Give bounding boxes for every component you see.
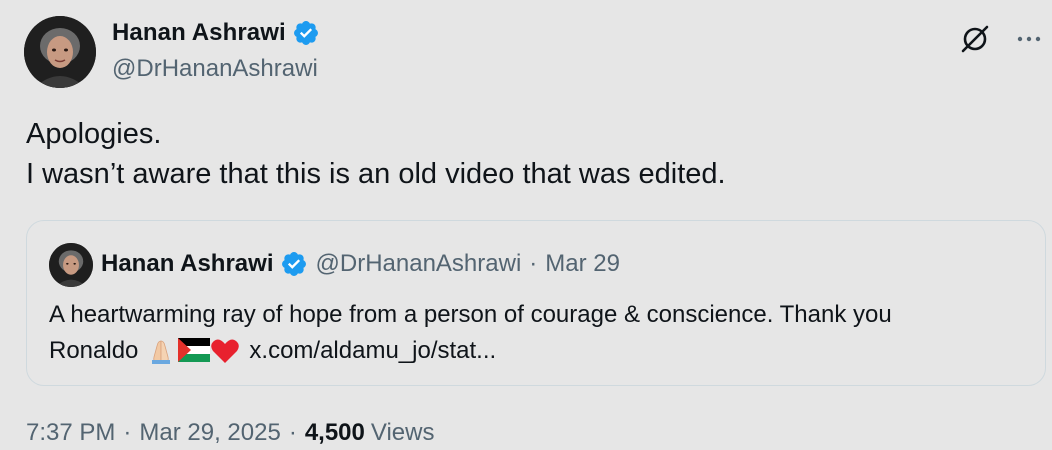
quote-date: Mar 29	[545, 250, 620, 277]
tweet-date[interactable]: Mar 29, 2025	[139, 419, 280, 447]
quote-author-handle: @DrHananAshrawi	[315, 250, 522, 277]
quote-text: A heartwarming ray of hope from a person…	[49, 297, 1039, 369]
tweet-text-line: Apologies.	[26, 118, 162, 150]
quote-separator: ·	[529, 250, 538, 277]
tweet-text-line: I wasn’t aware that this is an old video…	[26, 158, 726, 190]
views-count: 4,500	[304, 419, 365, 446]
views-label: Views	[370, 419, 435, 446]
author-name[interactable]: Hanan Ashrawi	[112, 19, 286, 47]
quote-header: Hanan Ashrawi @DrHananAshrawi · Mar 29	[101, 247, 620, 281]
quote-text-line: A heartwarming ray of hope from a person…	[49, 301, 892, 328]
tweet-meta: 7:37 PM · Mar 29, 2025 · 4,500 Views	[26, 419, 434, 447]
author-handle[interactable]: @DrHananAshrawi	[112, 55, 318, 83]
verified-badge-icon[interactable]	[292, 19, 320, 47]
tweet-time[interactable]: 7:37 PM	[26, 419, 115, 447]
author-avatar[interactable]	[24, 16, 96, 88]
grok-icon[interactable]	[958, 22, 992, 56]
quote-text-line: Ronaldo x.com/aldamu_jo/stat...	[49, 333, 1039, 369]
more-icon[interactable]	[1014, 24, 1044, 54]
quote-author-avatar[interactable]	[49, 243, 93, 287]
quote-text-ronaldo: Ronaldo	[49, 337, 139, 364]
quoted-tweet[interactable]: Hanan Ashrawi @DrHananAshrawi · Mar 29 A…	[26, 220, 1046, 386]
palestine-flag-icon	[178, 337, 211, 365]
folded-hands-icon	[146, 337, 176, 365]
tweet: Hanan Ashrawi @DrHananAshrawi Apologies.…	[0, 0, 1052, 450]
meta-separator: ·	[288, 419, 297, 446]
red-heart-icon	[210, 337, 240, 365]
quote-link[interactable]: x.com/aldamu_jo/stat...	[249, 333, 496, 369]
quote-author-name[interactable]: Hanan Ashrawi	[101, 250, 274, 278]
tweet-text: Apologies. I wasn’t aware that this is a…	[26, 114, 726, 194]
verified-badge-icon	[280, 250, 308, 278]
meta-separator: ·	[123, 419, 132, 446]
author-name-row: Hanan Ashrawi	[112, 18, 320, 48]
